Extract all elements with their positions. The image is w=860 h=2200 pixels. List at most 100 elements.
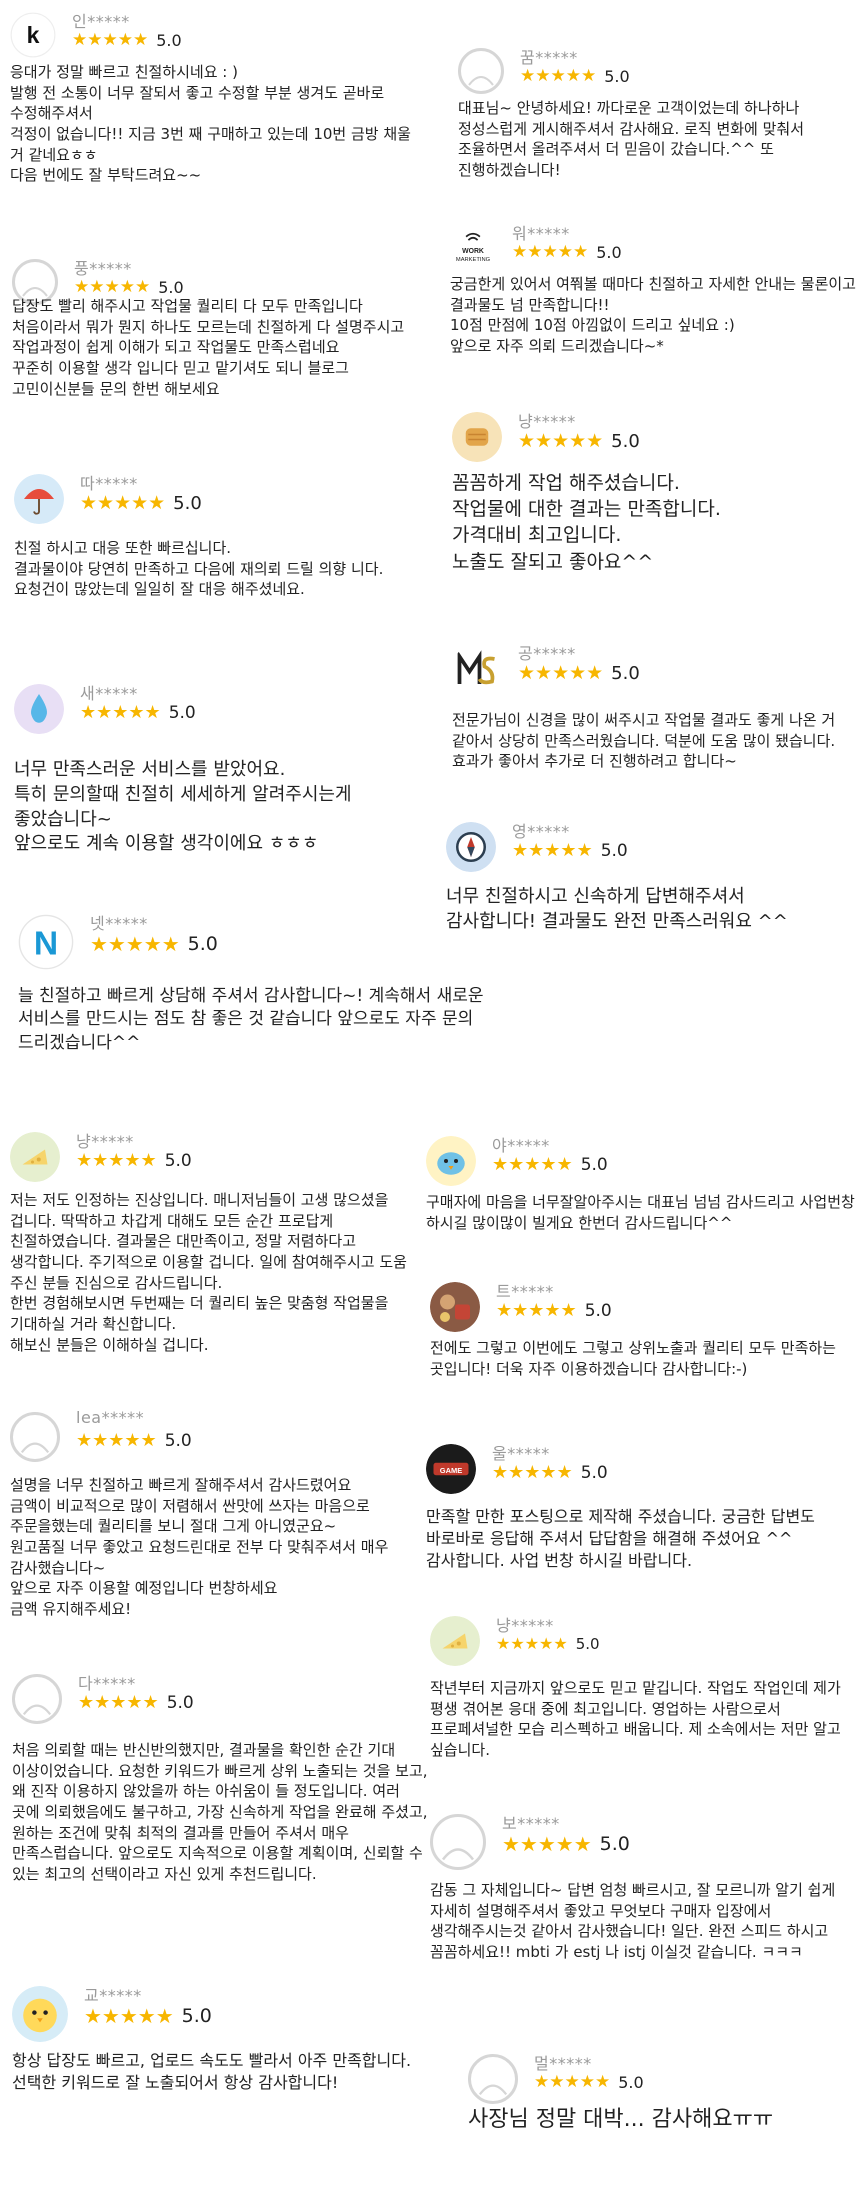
reviewer-name: 냥***** (518, 412, 576, 431)
rating-score: 5.0 (580, 1462, 608, 1483)
star-rating-icons: ★★★★★ (76, 1430, 157, 1451)
star-rating-icons: ★★★★★ (78, 1692, 159, 1713)
rating-score: 5.0 (604, 66, 630, 86)
reviewer-name: 교***** (84, 1986, 142, 2005)
rating: ★★★★★ 5.0 (518, 430, 640, 452)
rating: ★★★★★ 5.0 (496, 1634, 600, 1653)
review-text: 감동 그 자체입니다~ 답변 엄청 빠르시고, 잘 모르니까 알기 쉽게 자세히… (430, 1881, 836, 1962)
umbrella-avatar-icon (14, 474, 64, 524)
star-rating-icons: ★★★★★ (512, 242, 589, 262)
star-rating-icons: ★★★★★ (74, 277, 151, 297)
review-text: 구매자에 마음을 너무잘알아주시는 대표님 넘넘 감사드리고 사업번창 하시길 … (426, 1193, 855, 1232)
review-text: 사장님 정말 대박... 감사해요ㅠㅠ (468, 2107, 774, 2132)
gaming-logo-icon: GAME (426, 1444, 476, 1494)
rating-score: 5.0 (164, 1150, 192, 1171)
reviewer-name: 새***** (80, 684, 138, 703)
star-rating-icons: ★★★★★ (512, 840, 593, 861)
review-text: 친절 하시고 대응 또한 빠르십니다. 결과물이야 당연히 만족하고 다음에 재… (14, 539, 384, 599)
reviewer-name: 냥***** (496, 1616, 554, 1635)
rating-score: 5.0 (584, 1300, 612, 1321)
svg-text:WORK: WORK (462, 248, 484, 255)
svg-text:GAME: GAME (440, 1466, 463, 1475)
rating-score: 5.0 (575, 1634, 600, 1653)
default-avatar-icon (458, 48, 504, 94)
rating: ★★★★★ 5.0 (512, 242, 622, 262)
rating: ★★★★★ 5.0 (90, 932, 218, 956)
review-text: 작년부터 지금까지 앞으로도 믿고 맡깁니다. 작업도 작업인데 제가 평생 겪… (430, 1679, 841, 1760)
rating-score: 5.0 (168, 702, 196, 723)
rating-score: 5.0 (599, 1833, 630, 1855)
star-rating-icons: ★★★★★ (520, 66, 597, 86)
rating-score: 5.0 (187, 933, 218, 955)
rating-score: 5.0 (166, 1692, 194, 1713)
review-text: 꼼꼼하게 작업 해주셨습니다. 작업물에 대한 결과는 만족합니다. 가격대비 … (452, 472, 721, 573)
reviewer-name: 인***** (72, 12, 130, 31)
cheese-avatar-icon (10, 1132, 60, 1182)
bread-avatar-icon (452, 412, 502, 462)
review-text: 처음 의뢰할 때는 반신반의했지만, 결과물을 확인한 순간 기대 이상이었습니… (12, 1741, 428, 1884)
reviewer-name: 냥***** (76, 1132, 134, 1151)
reviewer-name: 야***** (492, 1136, 550, 1155)
rating: ★★★★★ 5.0 (74, 277, 184, 297)
cheese-avatar-icon (430, 1616, 480, 1666)
rating: ★★★★★ 5.0 (492, 1154, 608, 1175)
svg-text:N: N (34, 926, 58, 963)
rating-score: 5.0 (611, 430, 640, 452)
default-avatar-icon (468, 2054, 518, 2104)
reviewer-name: 울***** (492, 1444, 550, 1463)
rating-score: 5.0 (156, 30, 182, 50)
rating: ★★★★★ 5.0 (84, 2004, 212, 2028)
review-text: 만족할 만한 포스팅으로 제작해 주셨습니다. 궁금한 답변도 바로바로 응답해… (426, 1507, 815, 1571)
reviewer-name: 다***** (78, 1674, 136, 1693)
review-text: 늘 친절하고 빠르게 상담해 주셔서 감사합니다~! 계속해서 새로운 서비스를… (18, 986, 484, 1053)
rating-score: 5.0 (618, 2072, 644, 2092)
reviewer-name: 공***** (518, 644, 576, 663)
star-rating-icons: ★★★★★ (518, 430, 604, 452)
rating: ★★★★★ 5.0 (72, 30, 182, 50)
star-rating-icons: ★★★★★ (496, 1300, 577, 1321)
star-rating-icons: ★★★★★ (80, 492, 166, 514)
star-rating-icons: ★★★★★ (492, 1462, 573, 1483)
rating-score: 5.0 (596, 242, 622, 262)
svg-text:k: k (27, 22, 40, 48)
reviewer-name: 멀***** (534, 2054, 592, 2073)
star-rating-icons: ★★★★★ (496, 1634, 568, 1653)
star-rating-icons: ★★★★★ (518, 662, 604, 684)
review-text: 전문가님이 신경을 많이 써주시고 작업물 결과도 좋게 나온 거 같아서 상당… (452, 711, 836, 771)
reviewer-name: 워***** (512, 224, 570, 243)
review-text: 답장도 빨리 해주시고 작업물 퀄리티 다 모두 만족입니다 처음이라서 뭐가 … (12, 297, 405, 398)
rating-score: 5.0 (580, 1154, 608, 1175)
rating: ★★★★★ 5.0 (78, 1692, 194, 1713)
rating-score: 5.0 (181, 2005, 212, 2027)
reviewer-name: 보***** (502, 1814, 560, 1833)
reviewer-name: 풍***** (74, 259, 132, 278)
rating: ★★★★★ 5.0 (492, 1462, 608, 1483)
star-rating-icons: ★★★★★ (502, 1832, 592, 1856)
rating: ★★★★★ 5.0 (80, 702, 196, 723)
reviewer-name: 넷***** (90, 914, 148, 933)
review-text: 너무 친절하시고 신속하게 답변해주셔서 감사합니다! 결과물도 완전 만족스러… (446, 886, 788, 932)
reviewer-name: 영***** (512, 822, 570, 841)
compass-avatar-icon (446, 822, 496, 872)
star-rating-icons: ★★★★★ (72, 30, 149, 50)
default-avatar-icon (430, 1814, 486, 1870)
rating: ★★★★★ 5.0 (512, 840, 628, 861)
review-text: 대표님~ 안녕하세요! 까다로운 고객이었는데 하나하나 정성스럽게 게시해주셔… (458, 99, 805, 180)
rating: ★★★★★ 5.0 (76, 1430, 192, 1451)
rating: ★★★★★ 5.0 (518, 662, 640, 684)
chick-avatar-icon (12, 1986, 68, 2042)
ms-logo-icon (452, 644, 502, 694)
brand-k-logo-icon: k (10, 12, 56, 58)
default-avatar-icon (12, 1674, 62, 1724)
bird-avatar-icon (426, 1136, 476, 1186)
rating-score: 5.0 (600, 840, 628, 861)
review-text: 설명을 너무 친절하고 빠르게 잘해주셔서 감사드렸어요 금액이 비교적으로 많… (10, 1476, 389, 1619)
reviewer-name: 꿈***** (520, 48, 578, 67)
star-rating-icons: ★★★★★ (534, 2072, 611, 2092)
review-text: 너무 만족스러운 서비스를 받았어요. 특히 문의할때 친절히 세세하게 알려주… (14, 759, 352, 855)
review-text: 항상 답장도 빠르고, 업로드 속도도 빨라서 아주 만족합니다. 선택한 키워… (12, 2051, 412, 2093)
reviewer-name: 트***** (496, 1282, 554, 1301)
star-rating-icons: ★★★★★ (492, 1154, 573, 1175)
rating: ★★★★★ 5.0 (496, 1300, 612, 1321)
star-rating-icons: ★★★★★ (84, 2004, 174, 2028)
